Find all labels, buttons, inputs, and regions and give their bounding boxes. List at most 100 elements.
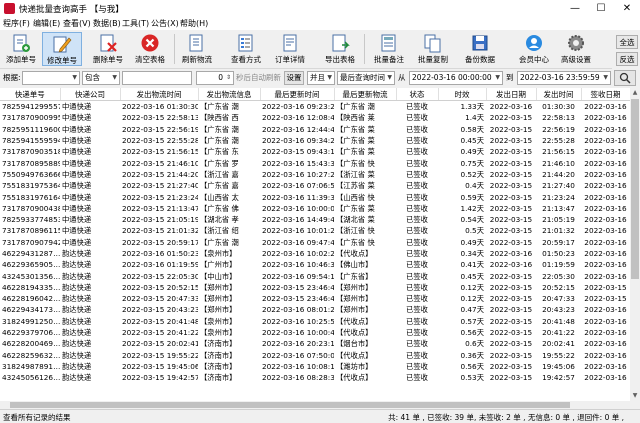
table-row[interactable]: 78259511196007中通快递2022-03-15 22:56:19【广东… (0, 124, 630, 135)
column-header[interactable]: 状态 (396, 88, 439, 101)
table-cell: 22:55:28 (542, 136, 575, 146)
advanced-settings-button[interactable]: 高级设置 (556, 32, 596, 66)
refresh-logistics-button[interactable]: 刷新物流 (177, 32, 217, 66)
select-all-button[interactable]: 全选 (616, 35, 638, 49)
batch-note-button[interactable]: 批量备注 (369, 32, 409, 66)
table-row[interactable]: 75518319753648中通快递2022-03-15 21:27:40【广东… (0, 180, 630, 191)
delete-number-button[interactable]: 删除单号 (88, 32, 128, 66)
table-row[interactable]: 73178708958898中通快递2022-03-15 21:46:10【广东… (0, 157, 630, 168)
table-cell: 【广东省 潮 (200, 124, 239, 134)
column-header[interactable]: 最后更新时间 (260, 88, 335, 101)
auto-refresh-seconds[interactable]: 0 ⇕ (196, 71, 234, 85)
invert-selection-button[interactable]: 反选 (616, 52, 638, 66)
table-row[interactable]: 43245301356… 韵达快递 2022-03-15 22:05:30 【中山市】… (0, 270, 630, 281)
column-header[interactable]: 发出时间 (536, 88, 582, 101)
refresh-icon (189, 34, 203, 52)
table-cell: 2022-03-15 20:47:33 (122, 294, 198, 304)
menu-edit[interactable]: 编辑(E) (33, 18, 60, 29)
table-cell: 已签收 (406, 124, 428, 134)
backup-data-button[interactable]: 备份数据 (460, 32, 500, 66)
column-header[interactable]: 时效 (438, 88, 487, 101)
table-row[interactable]: 46228196042… 韵达快递 2022-03-15 20:47:33 【郑州市】… (0, 293, 630, 304)
table-row[interactable]: 75518319761646中通快递2022-03-15 21:23:24【山西… (0, 191, 630, 202)
vertical-scrollbar[interactable]: ▲ ▼ (630, 88, 640, 401)
table-row[interactable]: 46229434173… 韵达快递 2022-03-15 20:43:23 【郑州市】… (0, 304, 630, 315)
table-cell: 2022-03-16 10:25:51 (262, 316, 334, 326)
table-cell: 2022-03-16 07:06:56 (262, 181, 334, 191)
vertical-scroll-thumb[interactable] (631, 99, 639, 279)
menu-notice[interactable]: 公告(X) (151, 18, 179, 29)
menu-help[interactable]: 帮助(H) (180, 18, 208, 29)
table-row[interactable]: 46229379706… 韵达快递 2022-03-15 20:41:22 【泉州市】… (0, 327, 630, 338)
horizontal-scroll-thumb[interactable] (10, 402, 570, 408)
scroll-up-icon[interactable]: ▲ (630, 88, 640, 98)
column-header[interactable]: 签收日期 (581, 88, 630, 101)
table-cell: 0.47天 (460, 305, 484, 315)
table-row[interactable]: 31824991250… 韵达快递 2022-03-15 20:41:48 【泉州市】… (0, 316, 630, 327)
batch-copy-button[interactable]: 批量复制 (413, 32, 453, 66)
table-cell: 2022-03-16 (489, 102, 533, 112)
table-cell: 【浙江省 菜 (336, 169, 375, 179)
minimize-button[interactable]: — (562, 0, 588, 17)
field-select[interactable]: ▼ (22, 71, 80, 85)
table-row[interactable]: 73178709035185中通快递2022-03-15 21:56:15【广东… (0, 146, 630, 157)
column-header[interactable]: 快递单号 (0, 88, 61, 101)
auto-refresh-label: 秒后自动刷新 (236, 73, 281, 82)
table-row[interactable]: 75509497636669中通快递2022-03-15 21:44:20【浙江… (0, 169, 630, 180)
table-row[interactable]: 43245056126… 韵达快递 2022-03-15 19:42:57 【济南市】… (0, 372, 630, 383)
clear-table-button[interactable]: 清空表格 (130, 32, 170, 66)
from-date-picker[interactable]: 2022-03-16 00:00:00 ▼ (409, 71, 503, 85)
edit-number-button[interactable]: 修改单号 (42, 32, 82, 66)
table-cell: 78259415595945 (2, 136, 60, 146)
table-cell: 已签收 (406, 136, 428, 146)
and-select[interactable]: 并且 ▼ (307, 71, 335, 85)
keyword-input[interactable] (122, 71, 192, 85)
contain-select[interactable]: 包含 ▼ (82, 71, 120, 85)
add-number-button[interactable]: 添加单号 (1, 32, 41, 66)
table-row[interactable]: 78259337748530中通快递2022-03-15 21:05:19【湖北… (0, 214, 630, 225)
table-cell: 2022-03-15 22:55:28 (122, 136, 198, 146)
settings-button[interactable]: 设置 (284, 71, 304, 85)
table-row[interactable]: 46228200469… 韵达快递 2022-03-15 20:02:41 【济南市】… (0, 338, 630, 349)
table-row[interactable]: 73178709004386中通快递2022-03-15 21:13:47【广东… (0, 203, 630, 214)
table-row[interactable]: 31824987891… 韵达快递 2022-03-15 19:45:06 【济南市】… (0, 361, 630, 372)
table-row[interactable]: 78259415595945中通快递2022-03-15 22:55:28【广东… (0, 135, 630, 146)
to-date-picker[interactable]: 2022-03-16 23:59:59 ▼ (517, 71, 611, 85)
menu-program[interactable]: 程序(F) (3, 18, 30, 29)
table-cell: 【广东省 潮 (200, 237, 239, 247)
table-row[interactable]: 46228259632… 韵达快递 2022-03-15 19:55:22 【济南市】… (0, 350, 630, 361)
scroll-down-icon[interactable]: ▼ (630, 391, 640, 401)
table-row[interactable]: 78259412995576中通快递2022-03-16 01:30:30【广东… (0, 101, 630, 113)
column-header[interactable]: 最后更新物流 (334, 88, 397, 101)
table-cell: 【山西省 快 (336, 192, 375, 202)
order-detail-button[interactable]: 订单详情 (270, 32, 310, 66)
time-type-select[interactable]: 最后查询时间 ▼ (337, 71, 395, 85)
column-header[interactable]: 发出物流时间 (120, 88, 199, 101)
table-row[interactable]: 46229431287… 韵达快递 2022-03-16 01:50:23 【泉州市】… (0, 248, 630, 259)
table-row[interactable]: 46228194335… 韵达快递 2022-03-15 20:52:15 【郑州市】… (0, 282, 630, 293)
close-button[interactable]: ✕ (614, 0, 640, 17)
table-cell: 【代收点】 (336, 350, 373, 360)
horizontal-scrollbar[interactable] (0, 401, 630, 409)
member-center-button[interactable]: 会员中心 (514, 32, 554, 66)
maximize-button[interactable]: ☐ (588, 0, 614, 17)
column-header[interactable]: 快递公司 (60, 88, 121, 101)
table-row[interactable]: 73178709009951中通快递2022-03-15 22:58:13【陕西… (0, 112, 630, 123)
column-header[interactable]: 发出日期 (486, 88, 537, 101)
view-mode-button[interactable]: 查看方式 (226, 32, 266, 66)
table-cell: 2022-03-16 11:39:34 (262, 192, 334, 202)
table-row[interactable]: 73178709079424中通快递2022-03-15 20:59:17【广东… (0, 237, 630, 248)
search-button[interactable] (614, 70, 636, 86)
column-header[interactable]: 发出物流信息 (198, 88, 261, 101)
menu-tools[interactable]: 工具(T) (122, 18, 149, 29)
table-cell: 0.58天 (460, 124, 484, 134)
table-cell: 【郑州市】 (200, 282, 237, 292)
menu-data[interactable]: 数据(B) (93, 18, 121, 29)
table-cell: 0.75天 (460, 158, 484, 168)
export-table-button[interactable]: 导出表格 (320, 32, 360, 66)
table-row[interactable]: 73178708961150中通快递2022-03-15 21:01:32【浙江… (0, 225, 630, 236)
table-cell: 0.4天 (465, 181, 484, 191)
table-row[interactable]: 46229365905… 韵达快递 2022-03-16 01:19:59 【广州市】… (0, 259, 630, 270)
table-cell: 2022-03-15 20:41:48 (122, 316, 198, 326)
menu-view[interactable]: 查看(V) (63, 18, 91, 29)
